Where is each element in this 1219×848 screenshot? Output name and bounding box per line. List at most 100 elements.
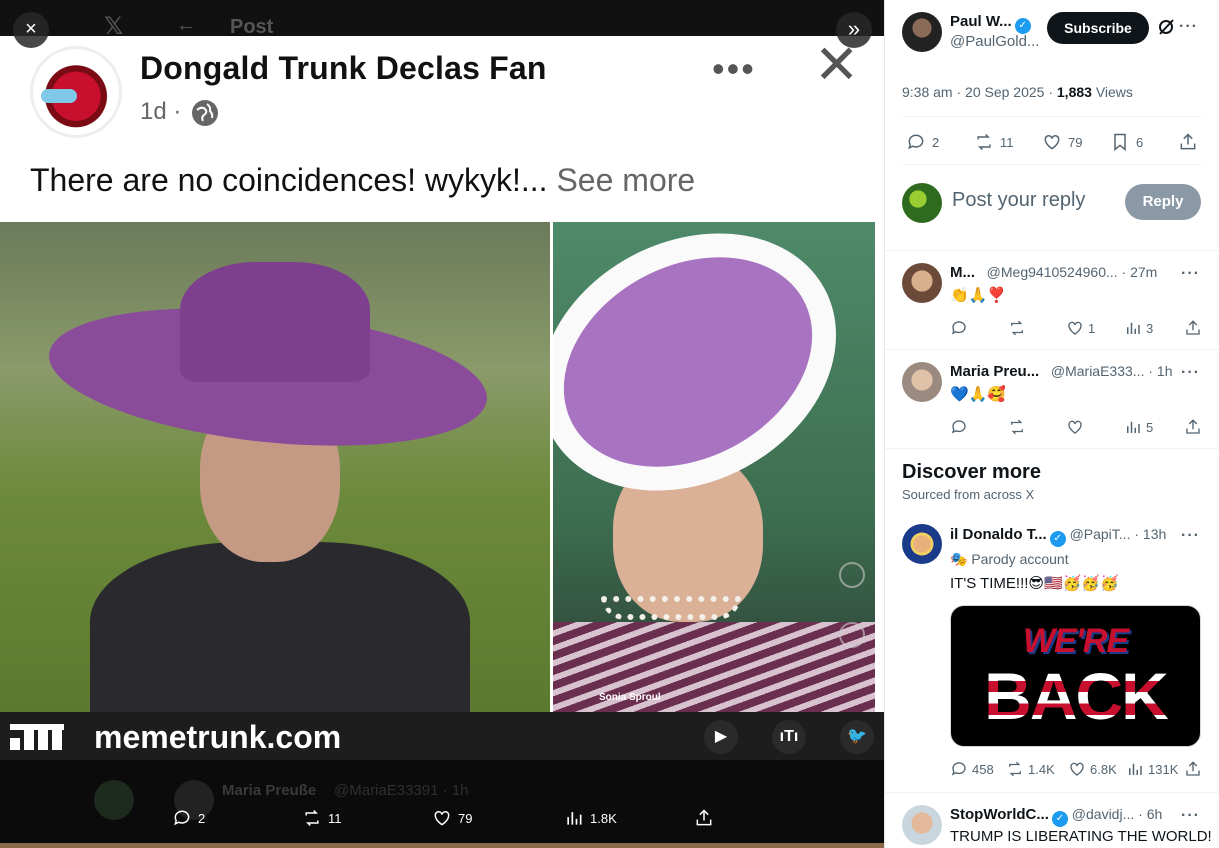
like-button[interactable]: 79	[1042, 132, 1082, 152]
like-button[interactable]: 6.8K	[1068, 760, 1117, 778]
post-action-row: 2 11 79 6	[902, 132, 1202, 154]
media-views-count: 1.8K	[590, 810, 617, 826]
author-handle[interactable]: @PaulGold...	[950, 33, 1039, 50]
horizontal-scrollbar[interactable]	[0, 843, 884, 848]
author-avatar[interactable]	[902, 12, 942, 52]
more-icon[interactable]: ···	[1181, 265, 1200, 283]
media-reply-count: 2	[198, 810, 206, 826]
like-count: 1	[1088, 320, 1096, 336]
tweet-header: Maria Preu... @MariaE333... · 1h	[950, 363, 1172, 380]
tweet-actions: 458 1.4K 6.8K 131K	[950, 760, 1202, 780]
back-arrow-icon: ←	[176, 14, 196, 36]
memetrunk-watermark-bar: memetrunk.com ▶ ıTı 🐦	[0, 712, 884, 760]
subscribe-button[interactable]: Subscribe	[1047, 12, 1149, 44]
fb-page-avatar	[30, 46, 122, 138]
avatar[interactable]	[902, 362, 942, 402]
share-button[interactable]	[1184, 760, 1202, 778]
author-name-row[interactable]: Paul W... ✓	[950, 13, 1031, 34]
my-avatar	[902, 183, 942, 223]
views-chart-icon	[1127, 421, 1140, 433]
reply-time[interactable]: · 27m	[1122, 264, 1158, 280]
avatar[interactable]	[902, 805, 942, 845]
reply-button[interactable]: 2	[906, 132, 939, 152]
reply-submit-button[interactable]: Reply	[1125, 184, 1201, 220]
media-like-button[interactable]: 79	[432, 808, 472, 828]
heart-icon	[1068, 321, 1082, 335]
repost-button[interactable]	[1008, 418, 1026, 436]
verified-badge-icon: ✓	[1051, 811, 1068, 827]
discover-subtitle: Sourced from across X	[902, 487, 1035, 502]
views-button[interactable]: 3	[1124, 319, 1153, 337]
media-share-button[interactable]	[694, 808, 714, 828]
tweet-header: StopWorldC... ✓ @davidj... · 6h	[950, 806, 1162, 827]
views-button[interactable]: 131K	[1126, 760, 1178, 778]
reply-button[interactable]	[950, 319, 968, 337]
were-back-image[interactable]: WE'RE BACK	[950, 605, 1201, 747]
repost-icon	[1009, 761, 1021, 777]
share-button[interactable]	[1184, 319, 1202, 337]
suggested-time[interactable]: · 6h	[1138, 806, 1162, 822]
twitter-bird-icon: 🐦	[840, 720, 874, 754]
repost-icon	[977, 133, 991, 151]
more-icon[interactable]: ···	[1181, 527, 1200, 545]
bookmark-button[interactable]: 6	[1110, 132, 1143, 152]
views-button[interactable]: 5	[1124, 418, 1153, 436]
heart-icon	[1070, 762, 1084, 776]
media-repost-button[interactable]: 11	[302, 808, 342, 828]
repost-button[interactable]: 11	[974, 132, 1014, 152]
post-sidebar: Paul W... ✓ @PaulGold... Subscribe ··· 9:…	[884, 0, 1219, 848]
suggested-author-name[interactable]: il Donaldo T...	[950, 526, 1047, 543]
more-icon[interactable]: ···	[1181, 364, 1200, 382]
media-reply-button[interactable]: 2	[172, 808, 205, 828]
reply-tweet[interactable]: M... @Meg9410524960... · 27m ··· 👏🙏❣️ 1 …	[885, 251, 1219, 349]
media-views-button[interactable]: 1.8K	[564, 808, 617, 828]
repost-button[interactable]: 1.4K	[1006, 760, 1055, 778]
reply-author-handle[interactable]: @MariaE333...	[1051, 363, 1145, 379]
close-viewer-button[interactable]: ×	[13, 12, 49, 48]
reply-button[interactable]: 458	[950, 760, 994, 778]
reply-author-name[interactable]: M...	[950, 264, 975, 281]
reply-count: 2	[932, 134, 940, 150]
suggested-tweet[interactable]: StopWorldC... ✓ @davidj... · 6h ··· TRUMP…	[885, 793, 1219, 848]
suggested-author-name[interactable]: StopWorldC...	[950, 806, 1049, 823]
like-button[interactable]: 1	[1066, 319, 1095, 337]
repost-count: 11	[1000, 134, 1014, 150]
more-icon[interactable]: ···	[1181, 807, 1200, 825]
repost-button[interactable]	[1008, 319, 1026, 337]
reply-input[interactable]: Post your reply	[952, 189, 1085, 212]
bookmark-count: 6	[1136, 134, 1144, 150]
reply-author-name[interactable]: Maria Preu...	[950, 363, 1039, 380]
post-meta: 9:38 am · 20 Sep 2025 · 1,883 Views	[902, 84, 1133, 100]
expand-sidebar-button[interactable]: »	[836, 12, 872, 48]
author-more-icon[interactable]: ···	[1179, 18, 1198, 36]
fb-page-name: Dongald Trunk Declas Fan	[140, 50, 547, 86]
verified-badge-icon: ✓	[1049, 531, 1066, 547]
share-icon	[1186, 320, 1200, 335]
photo-credit: Sonia Sproul	[599, 692, 661, 703]
share-icon	[696, 809, 712, 826]
grok-icon[interactable]	[1157, 18, 1175, 36]
reply-icon	[951, 321, 966, 335]
reply-icon	[951, 762, 966, 776]
comparison-photo: Sonia Sproul	[0, 222, 884, 712]
reply-author-handle[interactable]: @Meg9410524960...	[987, 264, 1118, 280]
share-button[interactable]	[1178, 132, 1198, 152]
memetrunk-icon: ıTı	[772, 720, 806, 754]
suggested-author-handle[interactable]: @PapiT...	[1070, 526, 1131, 542]
reply-tweet[interactable]: Maria Preu... @MariaE333... · 1h ··· 💙🙏🥰…	[885, 350, 1219, 448]
memetrunk-logo-icon	[10, 724, 64, 750]
share-button[interactable]	[1184, 418, 1202, 436]
reply-button[interactable]	[950, 418, 968, 436]
like-button[interactable]	[1066, 418, 1084, 436]
tweet-header: M... @Meg9410524960... · 27m	[950, 264, 1157, 281]
fb-post-body: There are no coincidences! wykyk!...	[30, 162, 548, 198]
suggested-author-handle[interactable]: @davidj...	[1072, 806, 1134, 822]
reply-time[interactable]: · 1h	[1148, 363, 1172, 379]
views-count: 131K	[1148, 761, 1179, 777]
avatar[interactable]	[902, 263, 942, 303]
media-like-count: 79	[458, 810, 473, 826]
share-icon	[1186, 761, 1200, 776]
thumbs-up-icon	[839, 562, 865, 588]
suggested-time[interactable]: · 13h	[1134, 526, 1166, 542]
avatar[interactable]	[902, 524, 942, 564]
